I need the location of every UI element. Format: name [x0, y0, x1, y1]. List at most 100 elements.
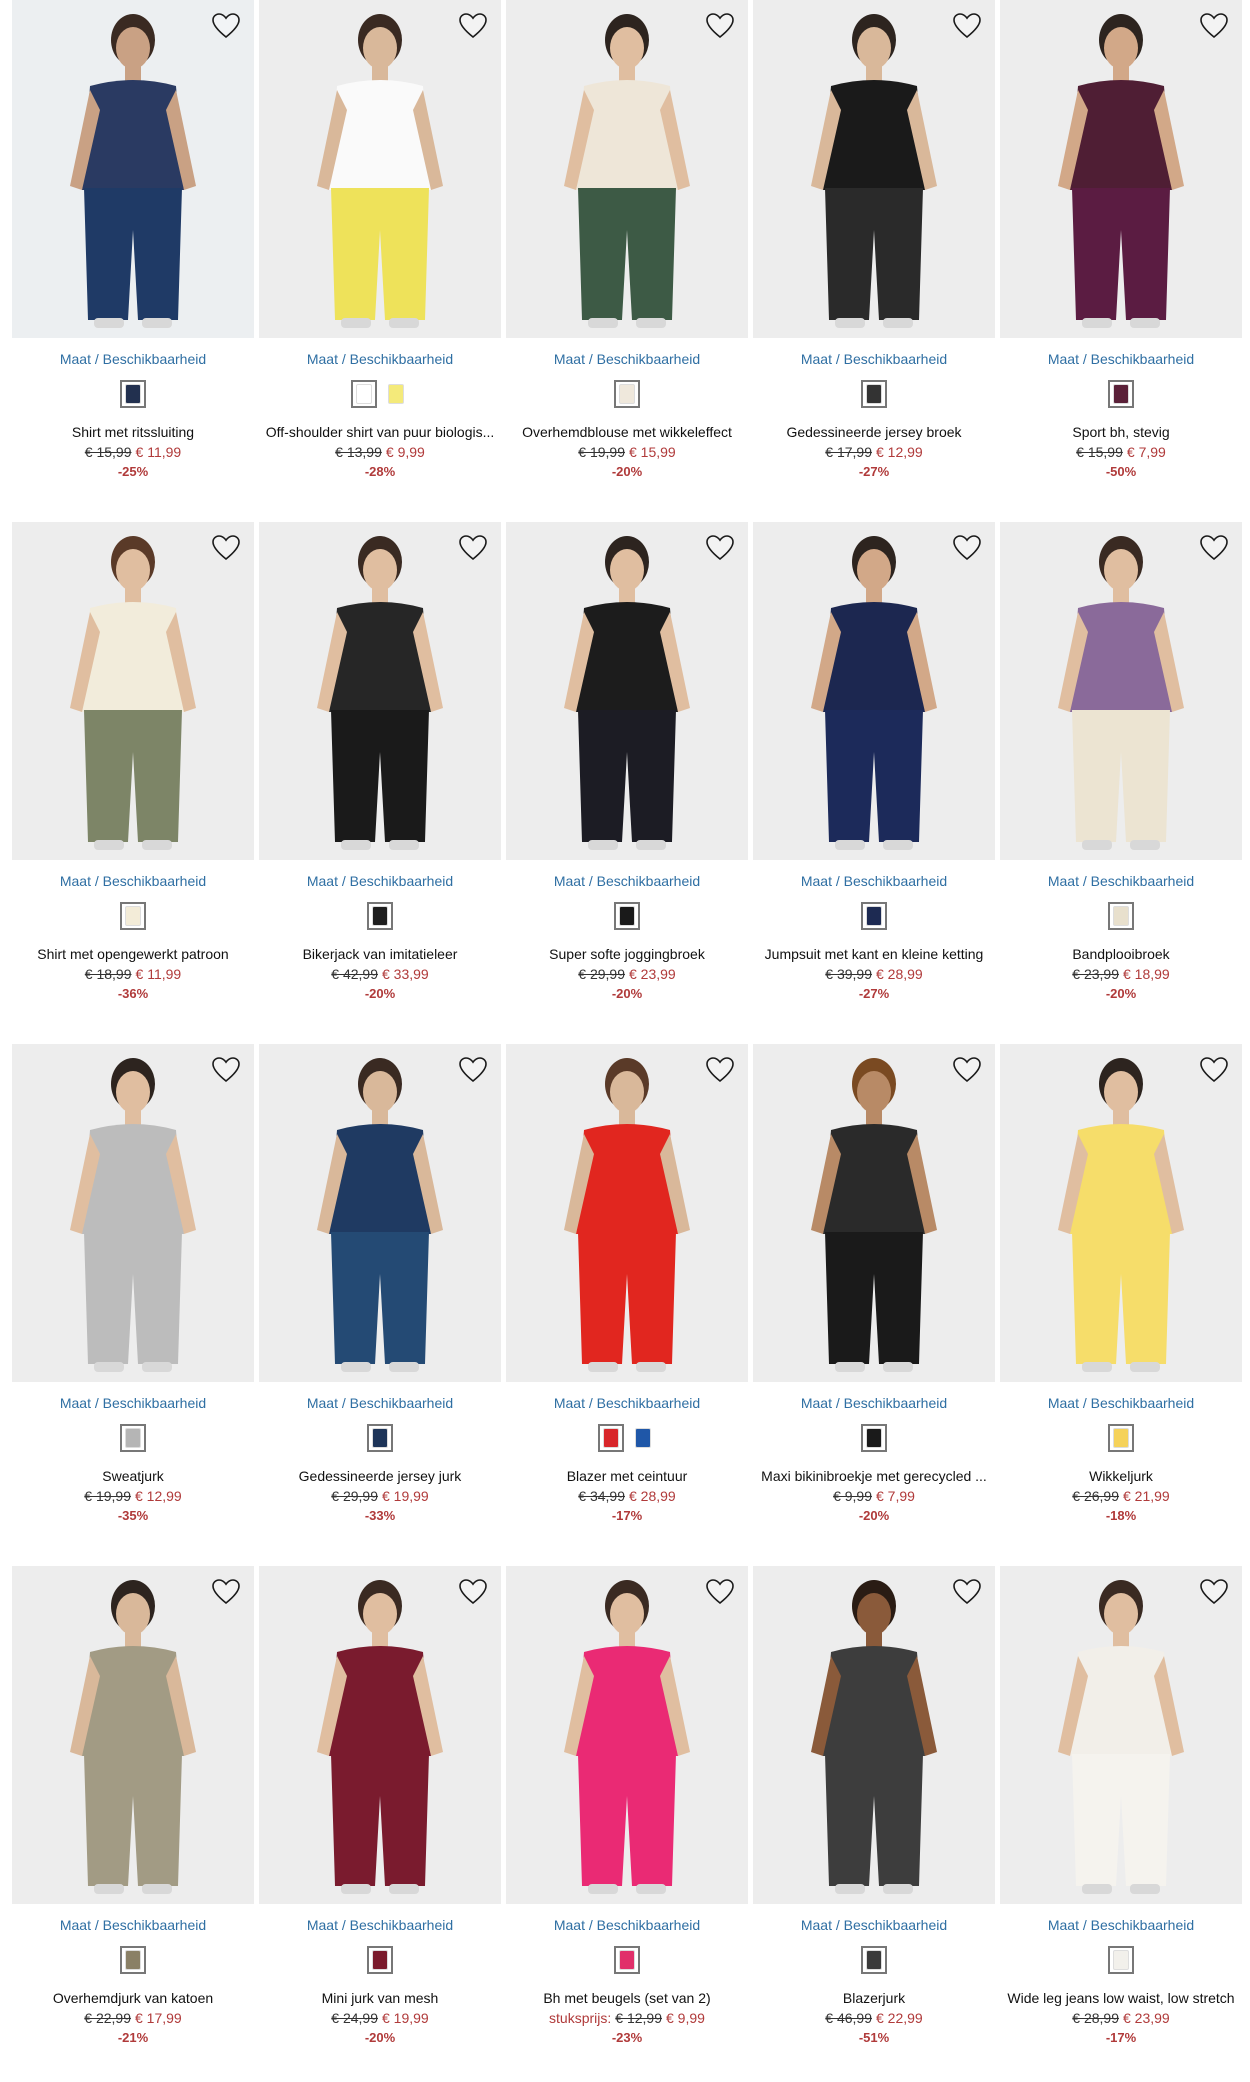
product-image[interactable]	[12, 1044, 254, 1382]
product-card[interactable]: Maat / Beschikbaarheid Maxi bikinibroekje…	[753, 1044, 995, 1544]
size-availability-link[interactable]: Maat / Beschikbaarheid	[506, 1917, 748, 1933]
product-card[interactable]: Maat / Beschikbaarheid Mini jurk van mesh…	[259, 1566, 501, 2066]
product-image[interactable]	[1000, 0, 1242, 338]
product-image[interactable]	[1000, 1044, 1242, 1382]
product-card[interactable]: Maat / Beschikbaarheid Blazerjurk € 46,99 €…	[753, 1566, 995, 2066]
size-availability-link[interactable]: Maat / Beschikbaarheid	[753, 873, 995, 889]
product-image[interactable]	[1000, 1566, 1242, 1904]
product-name[interactable]: Overhemdblouse met wikkeleffect	[506, 424, 748, 440]
product-card[interactable]: Maat / Beschikbaarheid Overhemdblouse met…	[506, 0, 748, 500]
product-card[interactable]: Maat / Beschikbaarheid Gedessineerde jers…	[753, 0, 995, 500]
product-image[interactable]	[259, 1566, 501, 1904]
product-name[interactable]: Shirt met ritssluiting	[12, 424, 254, 440]
wishlist-heart-icon[interactable]	[704, 1054, 736, 1086]
product-image[interactable]	[753, 1044, 995, 1382]
color-swatch[interactable]	[1108, 902, 1134, 930]
color-swatch[interactable]	[367, 902, 393, 930]
wishlist-heart-icon[interactable]	[951, 1054, 983, 1086]
size-availability-link[interactable]: Maat / Beschikbaarheid	[1000, 351, 1242, 367]
product-card[interactable]: Maat / Beschikbaarheid Sweatjurk € 19,99 € …	[12, 1044, 254, 1544]
product-image[interactable]	[506, 1566, 748, 1904]
wishlist-heart-icon[interactable]	[951, 10, 983, 42]
product-card[interactable]: Maat / Beschikbaarheid Off-shoulder shirt…	[259, 0, 501, 500]
product-card[interactable]: Maat / Beschikbaarheid Overhemdjurk van k…	[12, 1566, 254, 2066]
product-name[interactable]: Super softe joggingbroek	[506, 946, 748, 962]
product-image[interactable]	[259, 1044, 501, 1382]
product-name[interactable]: Bandplooibroek	[1000, 946, 1242, 962]
size-availability-link[interactable]: Maat / Beschikbaarheid	[259, 351, 501, 367]
wishlist-heart-icon[interactable]	[210, 532, 242, 564]
wishlist-heart-icon[interactable]	[210, 10, 242, 42]
product-image[interactable]	[259, 522, 501, 860]
product-card[interactable]: Maat / Beschikbaarheid Bandplooibroek € 23…	[1000, 522, 1242, 1022]
color-swatch[interactable]	[351, 380, 377, 408]
color-swatch[interactable]	[861, 380, 887, 408]
product-card[interactable]: Maat / Beschikbaarheid Sport bh, stevig € …	[1000, 0, 1242, 500]
product-image[interactable]	[506, 522, 748, 860]
size-availability-link[interactable]: Maat / Beschikbaarheid	[12, 873, 254, 889]
color-swatch[interactable]	[1108, 380, 1134, 408]
product-image[interactable]	[12, 522, 254, 860]
size-availability-link[interactable]: Maat / Beschikbaarheid	[506, 1395, 748, 1411]
color-swatch[interactable]	[120, 1946, 146, 1974]
color-swatch[interactable]	[614, 380, 640, 408]
size-availability-link[interactable]: Maat / Beschikbaarheid	[506, 873, 748, 889]
product-name[interactable]: Sport bh, stevig	[1000, 424, 1242, 440]
product-name[interactable]: Shirt met opengewerkt patroon	[12, 946, 254, 962]
product-name[interactable]: Overhemdjurk van katoen	[12, 1990, 254, 2006]
color-swatch[interactable]	[1108, 1946, 1134, 1974]
product-card[interactable]: Maat / Beschikbaarheid Wide leg jeans low…	[1000, 1566, 1242, 2066]
product-name[interactable]: Bh met beugels (set van 2)	[506, 1990, 748, 2006]
product-image[interactable]	[1000, 522, 1242, 860]
wishlist-heart-icon[interactable]	[704, 532, 736, 564]
product-card[interactable]: Maat / Beschikbaarheid Shirt met opengewe…	[12, 522, 254, 1022]
product-name[interactable]: Blazerjurk	[753, 1990, 995, 2006]
wishlist-heart-icon[interactable]	[704, 1576, 736, 1608]
size-availability-link[interactable]: Maat / Beschikbaarheid	[1000, 873, 1242, 889]
wishlist-heart-icon[interactable]	[457, 10, 489, 42]
wishlist-heart-icon[interactable]	[1198, 10, 1230, 42]
size-availability-link[interactable]: Maat / Beschikbaarheid	[753, 1917, 995, 1933]
color-swatch[interactable]	[1108, 1424, 1134, 1452]
wishlist-heart-icon[interactable]	[457, 1576, 489, 1608]
wishlist-heart-icon[interactable]	[1198, 532, 1230, 564]
product-name[interactable]: Off-shoulder shirt van puur biologis...	[259, 424, 501, 440]
size-availability-link[interactable]: Maat / Beschikbaarheid	[1000, 1395, 1242, 1411]
product-image[interactable]	[259, 0, 501, 338]
wishlist-heart-icon[interactable]	[1198, 1054, 1230, 1086]
color-swatch[interactable]	[367, 1424, 393, 1452]
color-swatch[interactable]	[120, 902, 146, 930]
size-availability-link[interactable]: Maat / Beschikbaarheid	[12, 351, 254, 367]
product-card[interactable]: Maat / Beschikbaarheid Bh met beugels (se…	[506, 1566, 748, 2066]
product-image[interactable]	[506, 1044, 748, 1382]
wishlist-heart-icon[interactable]	[704, 10, 736, 42]
wishlist-heart-icon[interactable]	[210, 1054, 242, 1086]
color-swatch[interactable]	[120, 380, 146, 408]
color-swatch[interactable]	[120, 1424, 146, 1452]
product-name[interactable]: Wide leg jeans low waist, low stretch	[1000, 1990, 1242, 2006]
product-image[interactable]	[12, 0, 254, 338]
size-availability-link[interactable]: Maat / Beschikbaarheid	[12, 1395, 254, 1411]
size-availability-link[interactable]: Maat / Beschikbaarheid	[506, 351, 748, 367]
color-swatch[interactable]	[630, 1424, 656, 1452]
product-name[interactable]: Blazer met ceintuur	[506, 1468, 748, 1484]
size-availability-link[interactable]: Maat / Beschikbaarheid	[259, 1395, 501, 1411]
product-card[interactable]: Maat / Beschikbaarheid Shirt met ritsslui…	[12, 0, 254, 500]
color-swatch[interactable]	[861, 1424, 887, 1452]
wishlist-heart-icon[interactable]	[1198, 1576, 1230, 1608]
product-image[interactable]	[12, 1566, 254, 1904]
wishlist-heart-icon[interactable]	[951, 1576, 983, 1608]
size-availability-link[interactable]: Maat / Beschikbaarheid	[1000, 1917, 1242, 1933]
product-image[interactable]	[753, 522, 995, 860]
product-card[interactable]: Maat / Beschikbaarheid Blazer met ceintuu…	[506, 1044, 748, 1544]
product-card[interactable]: Maat / Beschikbaarheid Super softe joggin…	[506, 522, 748, 1022]
size-availability-link[interactable]: Maat / Beschikbaarheid	[259, 1917, 501, 1933]
color-swatch[interactable]	[383, 380, 409, 408]
product-name[interactable]: Mini jurk van mesh	[259, 1990, 501, 2006]
color-swatch[interactable]	[614, 902, 640, 930]
product-name[interactable]: Bikerjack van imitatieleer	[259, 946, 501, 962]
product-name[interactable]: Jumpsuit met kant en kleine ketting	[753, 946, 995, 962]
product-card[interactable]: Maat / Beschikbaarheid Gedessineerde jers…	[259, 1044, 501, 1544]
product-card[interactable]: Maat / Beschikbaarheid Jumpsuit met kant …	[753, 522, 995, 1022]
color-swatch[interactable]	[861, 1946, 887, 1974]
